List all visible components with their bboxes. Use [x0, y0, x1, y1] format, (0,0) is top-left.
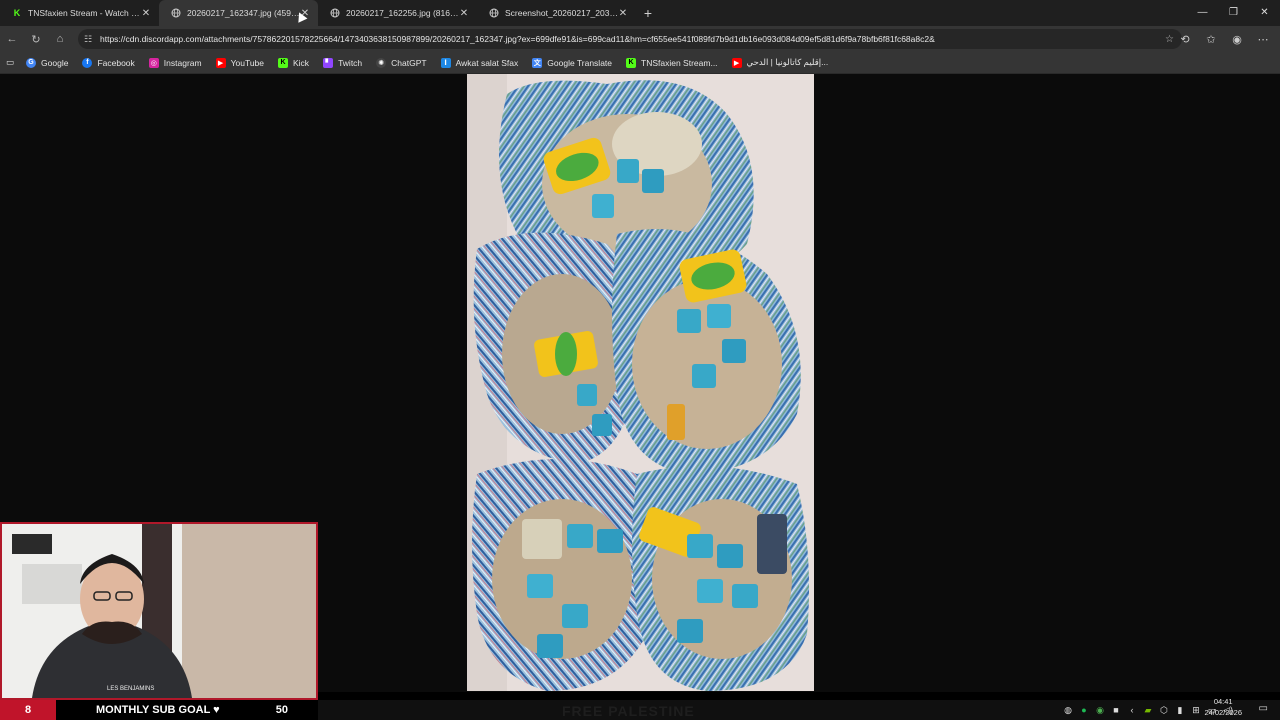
taskbar-clock[interactable]: 04:41 24/02/2026: [1204, 696, 1242, 718]
bookmark-facebook[interactable]: f Facebook: [82, 57, 135, 68]
bookmark-youtube[interactable]: ▶ YouTube: [215, 57, 264, 68]
kick-icon: K: [13, 8, 21, 18]
twitch-icon: ▘: [323, 57, 334, 68]
tab-image-162347[interactable]: 20260217_162347.jpg (4592×816) ✕: [159, 0, 318, 26]
home-icon[interactable]: ⌂: [48, 33, 72, 45]
network-icon[interactable]: ⊞: [1188, 705, 1204, 716]
bookmark-tnsfaxien[interactable]: K TNSfaxien Stream...: [626, 57, 718, 68]
clock-date: 24/02/2026: [1204, 708, 1242, 717]
displayed-photo[interactable]: [467, 74, 814, 691]
tab-strip: K TNSfaxien Stream - Watch Live on Kick …: [0, 0, 1280, 26]
kick-icon: K: [626, 57, 637, 68]
tray-app-icon[interactable]: ■: [1108, 705, 1124, 715]
toolbar-tools: ⟲ ✩ ◉ ⋯: [1172, 26, 1276, 52]
bookmark-label: Facebook: [97, 57, 135, 68]
bookmark-label: Google Translate: [547, 57, 613, 68]
sub-count: 8: [0, 700, 56, 720]
site-info-icon[interactable]: ☷: [84, 34, 96, 45]
tab-title: 20260217_162256.jpg (8160×4592): [346, 8, 459, 18]
more-menu-icon[interactable]: ⋯: [1250, 33, 1276, 46]
chatgpt-icon: ✺: [376, 57, 387, 68]
reload-icon[interactable]: ↻: [24, 33, 48, 46]
bookmark-awkat-salat[interactable]: ا Awkat salat Sfax: [440, 57, 519, 68]
chevron-left-icon[interactable]: ‹: [1124, 705, 1140, 715]
bookmark-google[interactable]: G Google: [26, 57, 69, 68]
facebook-icon: f: [82, 57, 93, 68]
clock-time: 04:41: [1213, 697, 1233, 706]
sub-goal-label: MONTHLY SUB GOAL ♥: [96, 704, 220, 716]
microphone-icon[interactable]: ▮: [1172, 705, 1188, 716]
bookmark-catalonia[interactable]: ▶ إقليم كاتالونيا | الدحي...: [731, 57, 829, 68]
tray-app-icon[interactable]: ◉: [1092, 705, 1108, 716]
tab-title: 20260217_162347.jpg (4592×816): [187, 8, 300, 18]
sidebar-toggle-icon[interactable]: ▭: [6, 57, 14, 68]
refresh-extension-icon[interactable]: ⟲: [1172, 33, 1198, 46]
bookmark-google-translate[interactable]: 文 Google Translate: [532, 57, 613, 68]
globe-icon: [489, 8, 499, 18]
bookmark-instagram[interactable]: ◎ Instagram: [148, 57, 202, 68]
tab-image-162256[interactable]: 20260217_162256.jpg (8160×4592) ✕: [318, 0, 477, 26]
bookmarks-bar: ▭ G Google f Facebook ◎ Instagram ▶ YouTube …: [0, 52, 1280, 74]
sub-goal-target: 50: [275, 704, 288, 716]
bookmark-label: ChatGPT: [391, 57, 427, 68]
tab-tnsfaxien-stream[interactable]: K TNSfaxien Stream - Watch Live on Kick …: [0, 0, 159, 26]
google-icon: G: [26, 57, 37, 68]
minimize-icon[interactable]: —: [1187, 0, 1218, 26]
profile-icon[interactable]: ◉: [1224, 33, 1250, 46]
globe-icon: [330, 8, 340, 18]
bookmark-chatgpt[interactable]: ✺ ChatGPT: [376, 57, 427, 68]
spotify-icon[interactable]: ●: [1076, 705, 1092, 715]
instagram-icon: ◎: [148, 57, 159, 68]
bookmark-label: Kick: [293, 57, 310, 68]
bookmark-label: Awkat salat Sfax: [455, 57, 519, 68]
kick-icon: K: [278, 57, 288, 68]
back-icon[interactable]: ←: [0, 33, 24, 45]
close-window-icon[interactable]: ✕: [1249, 0, 1280, 26]
close-icon[interactable]: ✕: [459, 8, 469, 19]
tray-app-icon[interactable]: ◍: [1060, 705, 1076, 716]
sub-goal-bar: 8 MONTHLY SUB GOAL ♥ 50: [0, 700, 318, 720]
footer-banner: FREE PALESTINE: [562, 703, 695, 719]
favorites-icon[interactable]: ✩: [1198, 33, 1224, 46]
bookmark-twitch[interactable]: ▘ Twitch: [323, 57, 363, 68]
address-bar[interactable]: ☷ https://cdn.discordapp.com/attachments…: [78, 29, 1182, 49]
tab-title: TNSfaxien Stream - Watch Live on Kick: [28, 8, 141, 18]
window-controls: — ❐ ✕: [1187, 0, 1280, 26]
shirt-text: LES BENJAMINS: [107, 686, 154, 692]
youtube-icon: ▶: [215, 57, 226, 68]
close-icon[interactable]: ✕: [618, 8, 628, 19]
globe-icon: [171, 8, 181, 18]
tab-screenshot[interactable]: Screenshot_20260217_203602_Samsung ✕: [477, 0, 636, 26]
bookmark-label: Google: [41, 57, 69, 68]
nvidia-icon[interactable]: ▰: [1140, 705, 1156, 716]
bookmark-label: Twitch: [338, 57, 363, 68]
translate-icon: 文: [532, 57, 543, 68]
tab-title: Screenshot_20260217_203602_Samsung: [505, 8, 618, 18]
bookmark-label: TNSfaxien Stream...: [641, 57, 718, 68]
bookmark-kick[interactable]: K Kick: [278, 57, 310, 68]
youtube-icon: ▶: [731, 57, 742, 68]
new-tab-button[interactable]: +: [636, 5, 660, 21]
webcam-overlay: LES BENJAMINS: [0, 522, 318, 700]
close-icon[interactable]: ✕: [141, 8, 151, 19]
bookmark-label: Instagram: [163, 57, 202, 68]
mosque-icon: ا: [440, 57, 451, 68]
restore-icon[interactable]: ❐: [1218, 0, 1249, 26]
notification-icon[interactable]: ▭: [1259, 703, 1268, 714]
bookmark-label: YouTube: [230, 57, 264, 68]
bookmark-label: إقليم كاتالونيا | الدحي...: [746, 57, 829, 67]
browser-toolbar: ← ↻ ⌂ ☷ https://cdn.discordapp.com/attac…: [0, 26, 1280, 52]
url-text: https://cdn.discordapp.com/attachments/7…: [100, 34, 935, 44]
tray-app-icon[interactable]: ⬡: [1156, 705, 1172, 716]
